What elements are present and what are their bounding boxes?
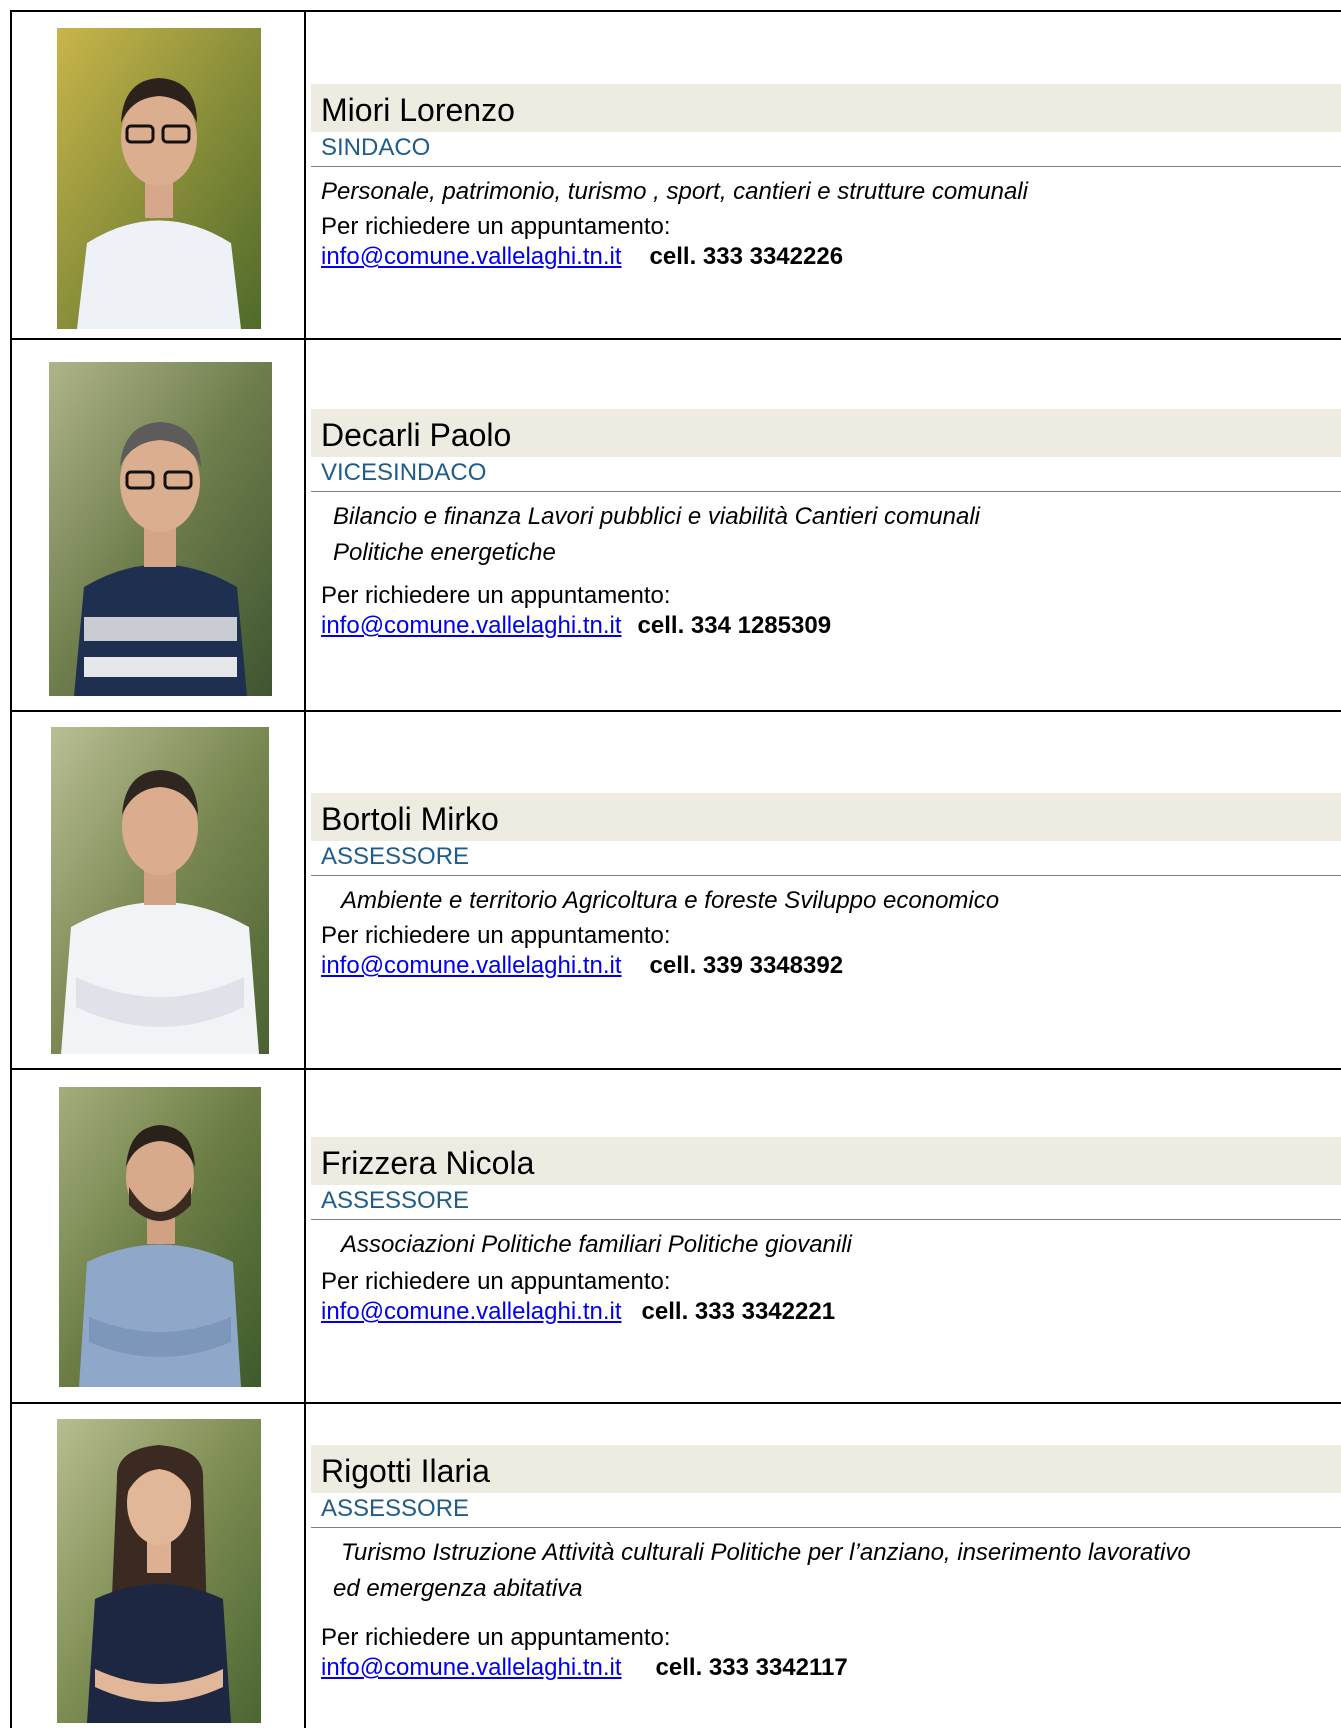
person-name: Bortoli Mirko (321, 801, 499, 837)
person-role: ASSESSORE (321, 843, 470, 870)
phone-number: cell. 339 3348392 (649, 952, 844, 979)
appointment-label: Per richiedere un appuntamento: (321, 1268, 671, 1295)
person-duties: Turismo Istruzione Attività culturali Po… (333, 1535, 1191, 1607)
person-card: Rigotti Ilaria ASSESSORE Turismo Istruzi… (311, 1445, 1341, 1715)
phone-number: cell. 334 1285309 (637, 612, 832, 639)
table-border-left (10, 10, 12, 1728)
separator-line (311, 1219, 1341, 1220)
phone-number: cell. 333 3342221 (641, 1298, 836, 1325)
person-name: Decarli Paolo (321, 417, 512, 453)
person-role: VICESINDACO (321, 459, 487, 486)
contact-line: info@comune.vallelaghi.tn.it cell. 333 33… (321, 242, 843, 272)
phone-number: cell. 333 3342117 (655, 1654, 848, 1681)
separator-line (311, 166, 1341, 167)
duties-line: Politiche energetiche (333, 539, 556, 566)
person-role: ASSESSORE (321, 1495, 470, 1522)
duties-line: Ambiente e territorio Agricoltura e fore… (341, 887, 1000, 914)
duties-line: Associazioni Politiche familiari Politic… (341, 1231, 852, 1258)
email-link[interactable]: info@comune.vallelaghi.tn.it (321, 612, 622, 639)
portrait-photo (49, 362, 272, 696)
duties-line: ed emergenza abitativa (333, 1575, 583, 1602)
email-link[interactable]: info@comune.vallelaghi.tn.it (321, 1298, 622, 1325)
person-duties: Ambiente e territorio Agricoltura e fore… (341, 883, 999, 919)
person-name: Frizzera Nicola (321, 1145, 535, 1181)
row-divider (10, 338, 1341, 340)
separator-line (311, 1527, 1341, 1528)
phone-number: cell. 333 3342226 (649, 243, 844, 270)
row-divider (10, 1402, 1341, 1404)
person-name: Rigotti Ilaria (321, 1453, 490, 1489)
contact-line: info@comune.vallelaghi.tn.it cell. 334 12… (321, 611, 831, 641)
person-duties: Bilancio e finanza Lavori pubblici e via… (333, 499, 980, 571)
person-name: Miori Lorenzo (321, 92, 515, 128)
separator-line (311, 875, 1341, 876)
contact-line: info@comune.vallelaghi.tn.it cell. 339 33… (321, 951, 843, 981)
appointment-label: Per richiedere un appuntamento: (321, 1624, 671, 1651)
email-link[interactable]: info@comune.vallelaghi.tn.it (321, 243, 622, 270)
portrait-photo (59, 1087, 261, 1387)
person-card: Decarli Paolo VICESINDACO Bilancio e fin… (311, 409, 1341, 679)
row-divider (10, 710, 1341, 712)
appointment-label: Per richiedere un appuntamento: (321, 922, 671, 949)
portrait-photo (57, 28, 261, 329)
portrait-photo (57, 1419, 261, 1723)
row-divider (10, 1068, 1341, 1070)
person-role: ASSESSORE (321, 1187, 470, 1214)
duties-line: Turismo Istruzione Attività culturali Po… (341, 1539, 1191, 1566)
email-link[interactable]: info@comune.vallelaghi.tn.it (321, 1654, 622, 1681)
person-duties: Personale, patrimonio, turismo , sport, … (321, 174, 1028, 210)
person-card: Miori Lorenzo SINDACO Personale, patrimo… (311, 84, 1341, 314)
duties-line: Personale, patrimonio, turismo , sport, … (321, 178, 1028, 205)
portrait-photo (51, 727, 269, 1054)
appointment-label: Per richiedere un appuntamento: (321, 582, 671, 609)
person-card: Frizzera Nicola ASSESSORE Associazioni P… (311, 1137, 1341, 1367)
contact-line: info@comune.vallelaghi.tn.it cell. 333 33… (321, 1297, 835, 1327)
duties-line: Bilancio e finanza Lavori pubblici e via… (333, 503, 981, 530)
column-divider (304, 10, 306, 1728)
contact-line: info@comune.vallelaghi.tn.it cell. 333 33… (321, 1653, 848, 1683)
table-border-top (10, 10, 1341, 12)
person-card: Bortoli Mirko ASSESSORE Ambiente e terri… (311, 793, 1341, 1023)
person-duties: Associazioni Politiche familiari Politic… (341, 1227, 852, 1263)
person-role: SINDACO (321, 134, 431, 161)
separator-line (311, 491, 1341, 492)
email-link[interactable]: info@comune.vallelaghi.tn.it (321, 952, 622, 979)
appointment-label: Per richiedere un appuntamento: (321, 213, 671, 240)
